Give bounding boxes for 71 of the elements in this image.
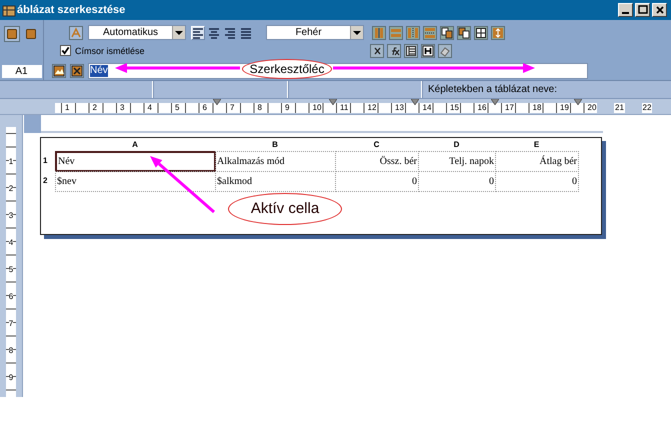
delete-row-icon[interactable] — [423, 26, 437, 40]
table-name-label: Képletekben a táblázat neve: — [427, 83, 557, 97]
grid-icon[interactable] — [474, 26, 488, 40]
window-title: áblázat szerkesztése — [17, 4, 126, 16]
row-header: 1 — [42, 155, 48, 167]
ruler-number: 22 — [642, 103, 652, 113]
list-icon[interactable] — [404, 44, 418, 58]
ruler-number: 7 — [8, 319, 14, 329]
ruler-number: 3 — [8, 211, 14, 221]
font-color-icon[interactable] — [69, 26, 83, 40]
checkbox-label: Címsor ismétlése — [75, 46, 145, 56]
ruler-number: 20 — [586, 103, 598, 113]
eraser-icon[interactable] — [438, 44, 452, 58]
align-center-icon[interactable] — [207, 26, 221, 40]
table-cell[interactable]: Név — [55, 151, 216, 172]
insert-column-icon[interactable] — [372, 26, 386, 40]
maximize-icon[interactable] — [635, 3, 650, 17]
ruler-number: 10 — [312, 103, 322, 113]
table-cell[interactable]: Átlag bér — [495, 151, 579, 172]
cancel-icon[interactable] — [70, 64, 84, 78]
table-icon — [2, 3, 16, 17]
paste-icon[interactable] — [457, 26, 471, 40]
ruler-number: 9 — [8, 373, 14, 383]
ruler-number: 19 — [559, 103, 570, 113]
ruler-number: 12 — [366, 103, 378, 113]
background-dropdown[interactable]: Fehér — [266, 25, 364, 40]
ruler-number: 3 — [119, 103, 126, 113]
close-icon[interactable] — [652, 3, 667, 17]
ruler-number: 1 — [8, 157, 14, 167]
row-header: 2 — [42, 175, 48, 187]
ruler-number: 21 — [614, 103, 625, 113]
delete-column-icon[interactable] — [406, 26, 420, 40]
table-cell[interactable]: $nev — [55, 171, 216, 192]
variable-icon[interactable] — [370, 44, 384, 58]
square-icon[interactable] — [23, 26, 39, 42]
ruler-number: 5 — [174, 103, 180, 113]
checkbox[interactable] — [60, 45, 71, 56]
ruler-number: 16 — [476, 103, 488, 113]
row-height-icon[interactable] — [491, 26, 505, 40]
column-header: E — [532, 139, 540, 151]
column-header: B — [271, 139, 279, 151]
ruler-number: 11 — [339, 103, 350, 113]
cell-reference-field[interactable]: A1 — [2, 65, 42, 78]
ruler-number: 9 — [284, 103, 290, 113]
align-left-icon[interactable] — [191, 26, 205, 40]
image-icon[interactable] — [52, 64, 66, 78]
minimize-icon[interactable] — [618, 3, 633, 17]
table-cell[interactable]: Alkalmazás mód — [215, 151, 336, 172]
table-cell[interactable]: 0 — [495, 171, 579, 192]
square-icon[interactable] — [4, 26, 20, 42]
justify-icon[interactable] — [239, 26, 253, 40]
ruler-number: 6 — [8, 292, 14, 302]
font-color-dropdown[interactable]: Automatikus — [88, 25, 186, 40]
column-header: C — [372, 139, 380, 151]
ruler-number: 8 — [8, 346, 14, 356]
function-icon[interactable] — [386, 44, 401, 58]
ruler-number: 7 — [229, 103, 236, 113]
ruler-number: 4 — [8, 238, 14, 248]
ruler-number: 17 — [504, 103, 515, 113]
ruler-number: 18 — [532, 103, 542, 113]
ruler-number: 2 — [8, 184, 14, 194]
ruler-number: 1 — [64, 103, 70, 113]
ruler-number: 14 — [422, 103, 432, 113]
header-icon[interactable] — [420, 44, 435, 58]
copy-icon[interactable] — [440, 26, 454, 40]
ruler-number: 13 — [394, 103, 405, 113]
ruler-number: 15 — [449, 103, 460, 113]
column-header: A — [131, 139, 139, 151]
column-header: D — [452, 139, 460, 151]
ruler-number: 5 — [8, 265, 14, 275]
align-right-icon[interactable] — [223, 26, 237, 40]
